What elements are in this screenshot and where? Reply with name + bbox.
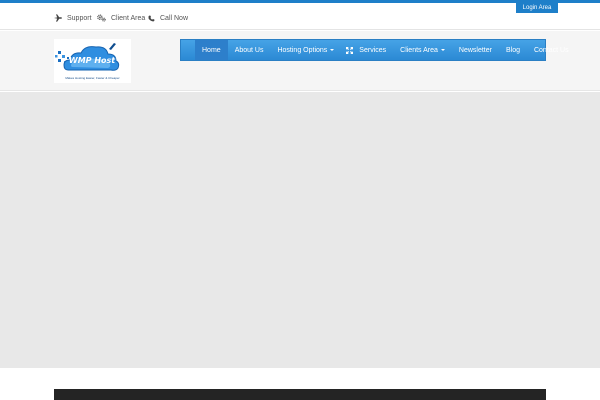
plane-icon: [54, 14, 62, 22]
call-now-link-label: Call Now: [160, 14, 189, 22]
nav-item-about-us-label: About Us: [234, 46, 264, 54]
expand-arrows-icon[interactable]: [341, 40, 357, 60]
nav-item-blog[interactable]: Blog: [499, 40, 527, 60]
nav-item-about-us[interactable]: About Us: [228, 40, 271, 60]
site-header: WMP Host Makes Hosting Easier, Faster & …: [0, 31, 600, 91]
logo-caption: Makes Hosting Easier, Faster & Cheaper: [65, 76, 120, 80]
nav-item-hosting-options[interactable]: Hosting Options: [270, 40, 341, 60]
nav-item-newsletter-label: Newsletter: [458, 46, 492, 54]
nav-item-services-label: Services: [359, 46, 387, 54]
client-area-link-label: Client Area: [111, 14, 146, 22]
nav-item-contact-us[interactable]: Contact Us: [527, 40, 576, 60]
nav-item-newsletter[interactable]: Newsletter: [452, 40, 499, 60]
nav-item-contact-us-label: Contact Us: [533, 46, 569, 54]
nav-item-clients-area-label: Clients Area: [400, 46, 438, 54]
top-bar: Support Client Area Call Now Login Area: [0, 3, 600, 30]
nav-item-blog-label: Blog: [505, 46, 520, 54]
cloud-logo-icon: WMP Host: [55, 43, 120, 71]
caret-down-icon: [440, 49, 445, 51]
hero-slider-area: [0, 92, 600, 368]
site-logo[interactable]: WMP Host Makes Hosting Easier, Faster & …: [54, 39, 131, 83]
nav-item-hosting-options-label: Hosting Options: [277, 46, 328, 54]
logo-text: WMP Host: [69, 56, 116, 65]
caret-down-icon: [330, 49, 335, 51]
gears-icon: [97, 14, 106, 22]
dark-section-bar: [54, 389, 546, 400]
support-link[interactable]: Support: [54, 12, 92, 24]
call-now-link[interactable]: Call Now: [148, 12, 188, 24]
main-navigation: Home About Us Hosting Options Services C…: [180, 39, 569, 61]
nav-item-clients-area[interactable]: Clients Area: [393, 40, 452, 60]
phone-icon: [148, 14, 155, 21]
client-area-link[interactable]: Client Area: [97, 12, 145, 24]
nav-item-services[interactable]: Services: [357, 40, 393, 60]
support-link-label: Support: [67, 14, 92, 22]
nav-item-home[interactable]: Home: [195, 40, 228, 60]
nav-item-home-label: Home: [202, 46, 221, 54]
login-area-button[interactable]: Login Area: [516, 3, 558, 13]
